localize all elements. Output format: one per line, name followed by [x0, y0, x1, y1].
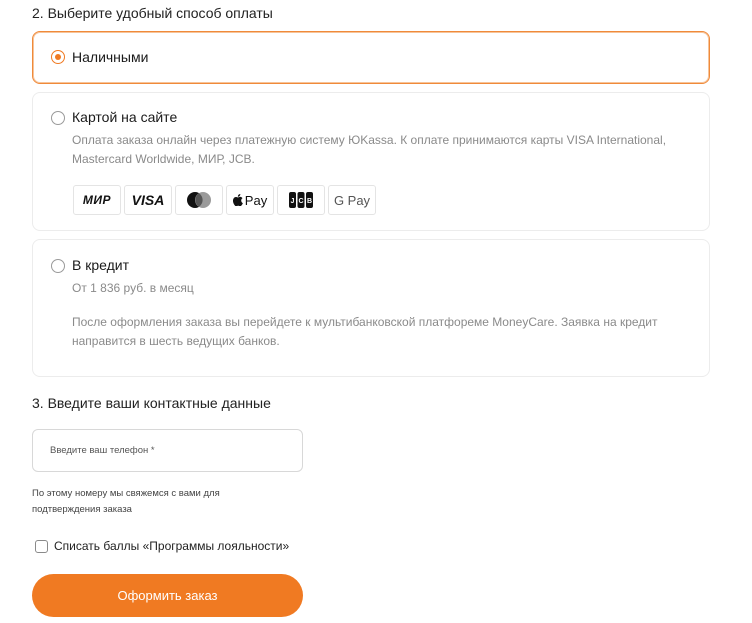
visa-logo: VISA	[124, 185, 172, 215]
svg-text:J: J	[291, 198, 295, 205]
jcb-logo-icon: J C B	[277, 185, 325, 215]
phone-input[interactable]: Введите ваш телефон *	[32, 429, 303, 472]
payment-option-credit-description: После оформления заказа вы перейдете к м…	[72, 315, 658, 348]
svg-text:B: B	[307, 198, 312, 205]
payment-option-credit[interactable]: В кредит От 1 836 руб. в месяц После офо…	[32, 239, 710, 377]
mastercard-logo-icon	[175, 185, 223, 215]
payment-radio-cash[interactable]	[51, 50, 65, 64]
loyalty-checkbox-label[interactable]: Списать баллы «Программы лояльности»	[54, 539, 289, 553]
payment-option-card-label: Картой на сайте	[72, 109, 178, 125]
payment-option-credit-label: В кредит	[72, 257, 130, 273]
google-pay-logo: G Pay	[328, 185, 376, 215]
apple-icon	[232, 194, 243, 206]
svg-text:C: C	[298, 198, 303, 205]
submit-order-button[interactable]: Оформить заказ	[32, 574, 303, 617]
payment-radio-credit[interactable]	[51, 259, 65, 273]
credit-monthly-price: От 1 836 руб. в месяц	[72, 281, 194, 295]
phone-helper-text: По этому номеру мы свяжемся с вами для п…	[32, 488, 220, 515]
payment-option-cash[interactable]: Наличными	[32, 31, 710, 84]
mir-logo: МИР	[73, 185, 121, 215]
phone-input-placeholder: Введите ваш телефон *	[50, 445, 155, 456]
loyalty-checkbox[interactable]	[35, 540, 48, 553]
apple-pay-logo: Pay	[226, 185, 274, 215]
payment-option-card[interactable]: Картой на сайте Оплата заказа онлайн чер…	[32, 92, 710, 231]
payment-radio-card[interactable]	[51, 111, 65, 125]
payment-option-card-description: Оплата заказа онлайн через платежную сис…	[72, 133, 667, 166]
contacts-section-title: 3. Введите ваши контактные данные	[32, 395, 271, 411]
payment-option-cash-label: Наличными	[72, 49, 149, 65]
payment-methods-row: МИР VISA Pay J C B G Pay	[73, 185, 376, 215]
payment-section-title: 2. Выберите удобный способ оплаты	[32, 5, 273, 21]
